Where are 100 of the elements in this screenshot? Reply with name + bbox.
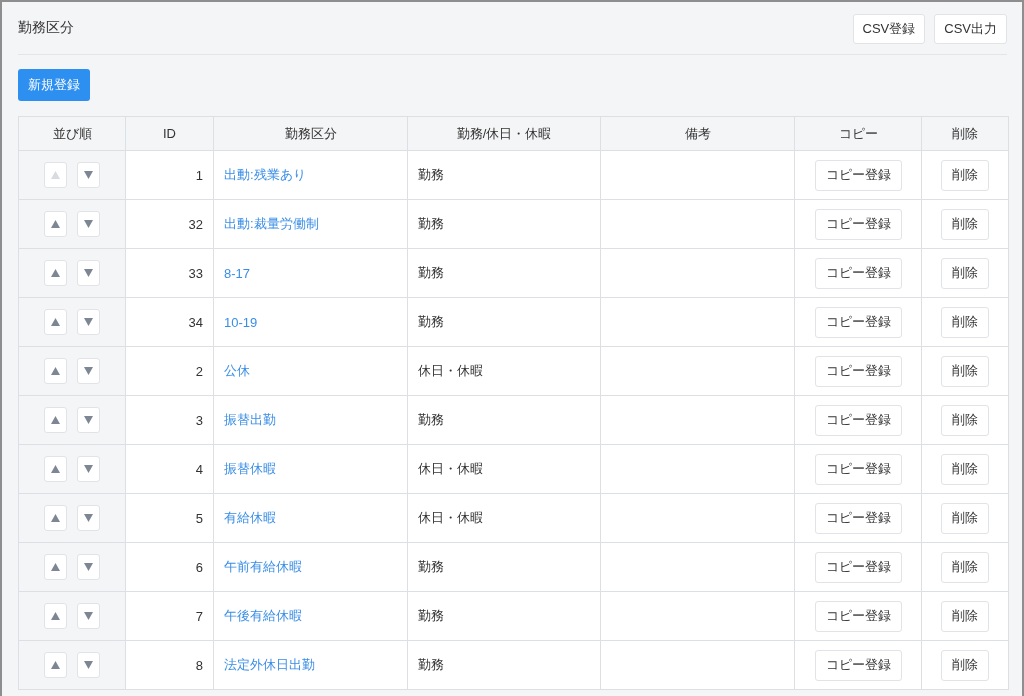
move-down-button[interactable] (77, 456, 100, 482)
id-text: 3 (195, 412, 203, 428)
delete-button[interactable]: 削除 (941, 600, 989, 632)
category-link[interactable]: 午前有給休暇 (224, 559, 302, 574)
move-up-button[interactable] (44, 309, 67, 335)
move-down-button[interactable] (77, 407, 100, 433)
move-up-button[interactable] (44, 456, 67, 482)
copy-button[interactable]: コピー登録 (814, 306, 902, 338)
category-link[interactable]: 有給休暇 (224, 510, 276, 525)
move-up-button[interactable] (44, 407, 67, 433)
delete-button[interactable]: 削除 (941, 404, 989, 436)
down-triangle-icon (84, 416, 93, 424)
move-down-button[interactable] (77, 260, 100, 286)
category-link[interactable]: 出動:残業あり (224, 167, 306, 182)
up-triangle-icon (51, 367, 60, 375)
move-down-button[interactable] (77, 162, 100, 188)
column-header: コピー (794, 116, 922, 151)
delete-button[interactable]: 削除 (941, 355, 989, 387)
page-title: 勤務区分 (18, 19, 74, 37)
category-link[interactable]: 10-19 (224, 314, 258, 330)
category-link[interactable]: 出動:裁量労働制 (224, 216, 319, 231)
column-header: 備考 (600, 116, 795, 151)
move-down-button[interactable] (77, 211, 100, 237)
column-header: ID (125, 116, 214, 151)
category-link[interactable]: 振替休暇 (224, 461, 276, 476)
up-triangle-icon (51, 661, 60, 669)
delete-button[interactable]: 削除 (941, 551, 989, 583)
move-down-button[interactable] (77, 652, 100, 678)
category-link[interactable]: 午後有給休暇 (224, 608, 302, 623)
up-triangle-icon (51, 514, 60, 522)
move-down-button[interactable] (77, 358, 100, 384)
delete-button[interactable]: 削除 (941, 208, 989, 240)
move-up-button[interactable] (44, 358, 67, 384)
move-up-button[interactable] (44, 260, 67, 286)
delete-button[interactable]: 削除 (941, 159, 989, 191)
category-type-text: 休日・休暇 (418, 461, 483, 476)
move-down-button[interactable] (77, 554, 100, 580)
csv-button[interactable]: CSV出力 (934, 13, 1007, 44)
id-text: 33 (188, 265, 203, 281)
copy-button[interactable]: コピー登録 (814, 502, 902, 534)
up-triangle-icon (51, 269, 60, 277)
down-triangle-icon (84, 465, 93, 473)
id-text: 1 (195, 167, 203, 183)
copy-button[interactable]: コピー登録 (814, 453, 902, 485)
category-link[interactable]: 法定外休日出勤 (224, 657, 315, 672)
category-link[interactable]: 公休 (224, 363, 250, 378)
copy-button[interactable]: コピー登録 (814, 551, 902, 583)
move-down-button[interactable] (77, 309, 100, 335)
id-text: 32 (188, 216, 203, 232)
move-up-button[interactable] (44, 211, 67, 237)
move-down-button[interactable] (77, 505, 100, 531)
copy-button[interactable]: コピー登録 (814, 355, 902, 387)
up-triangle-icon (51, 465, 60, 473)
copy-button[interactable]: コピー登録 (814, 257, 902, 289)
column-header: 並び順 (18, 116, 126, 151)
copy-button[interactable]: コピー登録 (814, 649, 902, 681)
delete-button[interactable]: 削除 (941, 502, 989, 534)
up-triangle-icon (51, 563, 60, 571)
category-type-text: 勤務 (418, 608, 444, 623)
down-triangle-icon (84, 661, 93, 669)
up-triangle-icon (51, 416, 60, 424)
move-up-button[interactable] (44, 505, 67, 531)
category-type-text: 勤務 (418, 559, 444, 574)
down-triangle-icon (84, 612, 93, 620)
category-link[interactable]: 8-17 (224, 265, 251, 281)
move-up-button[interactable] (44, 603, 67, 629)
category-type-text: 勤務 (418, 216, 444, 231)
id-text: 4 (195, 461, 203, 477)
category-link[interactable]: 振替出勤 (224, 412, 276, 427)
down-triangle-icon (84, 318, 93, 326)
id-text: 2 (195, 363, 203, 379)
category-type-text: 勤務 (418, 167, 444, 182)
column-header: 勤務/休日・休暇 (407, 116, 601, 151)
up-triangle-icon (51, 612, 60, 620)
delete-button[interactable]: 削除 (941, 306, 989, 338)
delete-button[interactable]: 削除 (941, 649, 989, 681)
id-text: 7 (195, 608, 203, 624)
down-triangle-icon (84, 269, 93, 277)
id-text: 5 (195, 510, 203, 526)
move-up-button[interactable] (44, 652, 67, 678)
down-triangle-icon (84, 514, 93, 522)
move-up-button[interactable] (44, 554, 67, 580)
copy-button[interactable]: コピー登録 (814, 600, 902, 632)
id-text: 6 (195, 559, 203, 575)
delete-button[interactable]: 削除 (941, 257, 989, 289)
down-triangle-icon (84, 220, 93, 228)
delete-button[interactable]: 削除 (941, 453, 989, 485)
down-triangle-icon (84, 563, 93, 571)
up-triangle-icon (51, 318, 60, 326)
category-type-text: 休日・休暇 (418, 510, 483, 525)
column-header: 削除 (921, 116, 1009, 151)
csv-button[interactable]: CSV登録 (852, 13, 926, 44)
copy-button[interactable]: コピー登録 (814, 404, 902, 436)
column-header: 勤務区分 (213, 116, 408, 151)
category-type-text: 勤務 (418, 265, 444, 280)
category-type-text: 勤務 (418, 314, 444, 329)
move-down-button[interactable] (77, 603, 100, 629)
down-triangle-icon (84, 367, 93, 375)
copy-button[interactable]: コピー登録 (814, 159, 902, 191)
copy-button[interactable]: コピー登録 (814, 208, 902, 240)
